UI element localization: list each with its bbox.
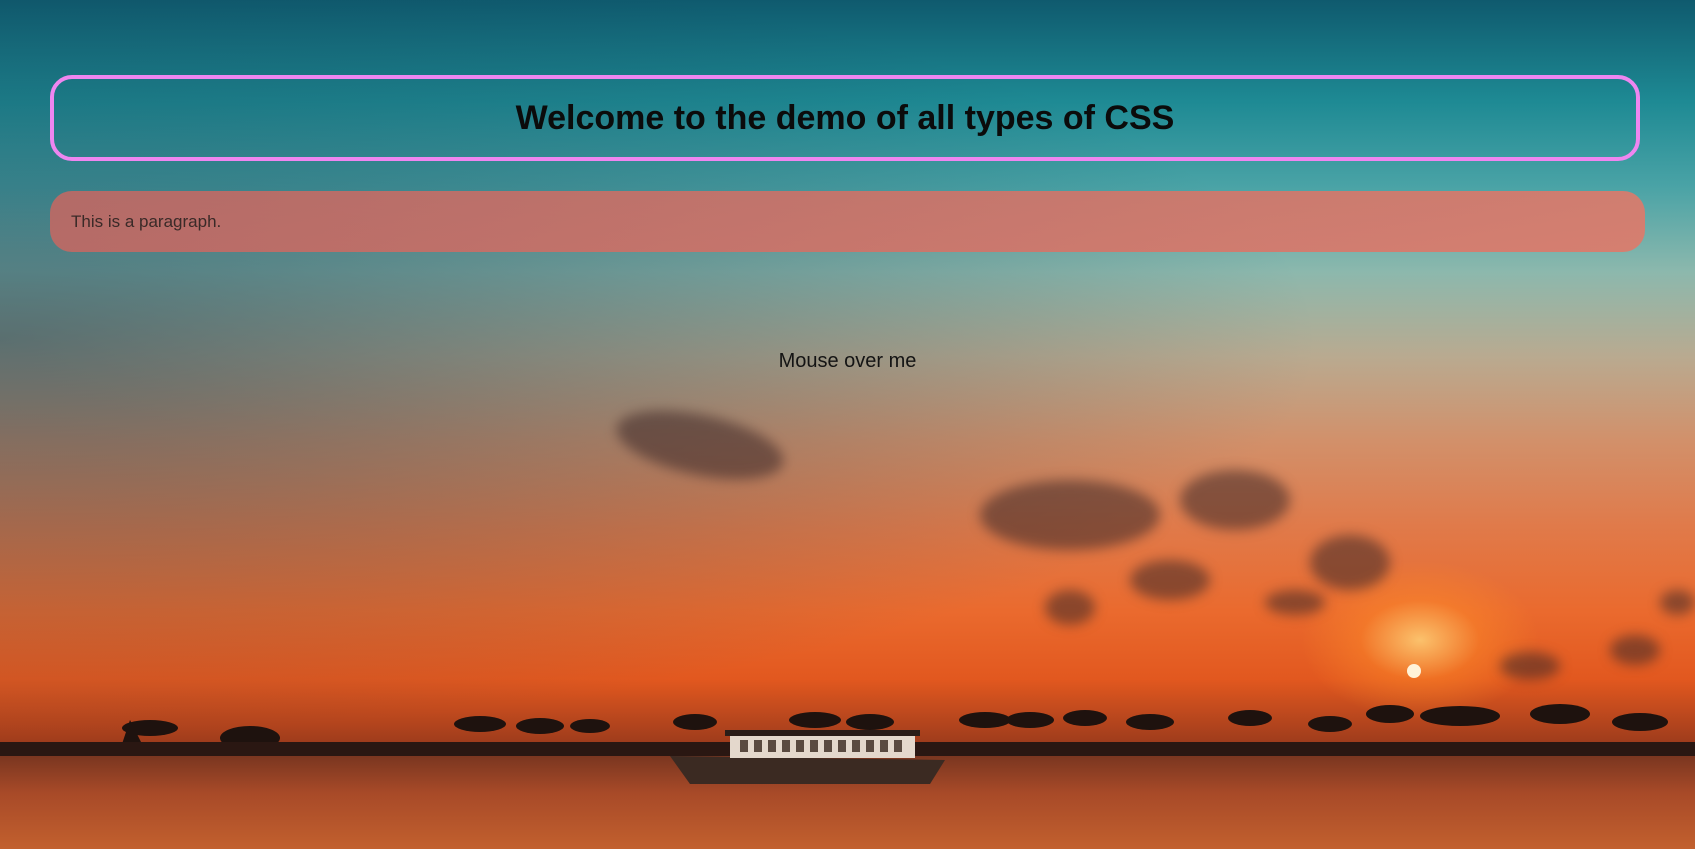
boat-silhouette [670,730,945,784]
cloud [980,480,1160,550]
mouse-over-text[interactable]: Mouse over me [0,350,1695,373]
cloud [1610,635,1660,665]
cloud [1310,535,1390,590]
cloud [1130,560,1210,600]
cloud [1500,652,1560,680]
cloud [1045,590,1095,625]
paragraph-text: This is a paragraph. [71,211,222,231]
paragraph-container: This is a paragraph. [50,191,1645,252]
cloud [1265,590,1325,615]
cloud [1180,470,1290,530]
heading-container: Welcome to the demo of all types of CSS [50,75,1640,161]
cloud [1660,590,1695,615]
sun [1407,664,1421,678]
page-title: Welcome to the demo of all types of CSS [515,98,1175,137]
